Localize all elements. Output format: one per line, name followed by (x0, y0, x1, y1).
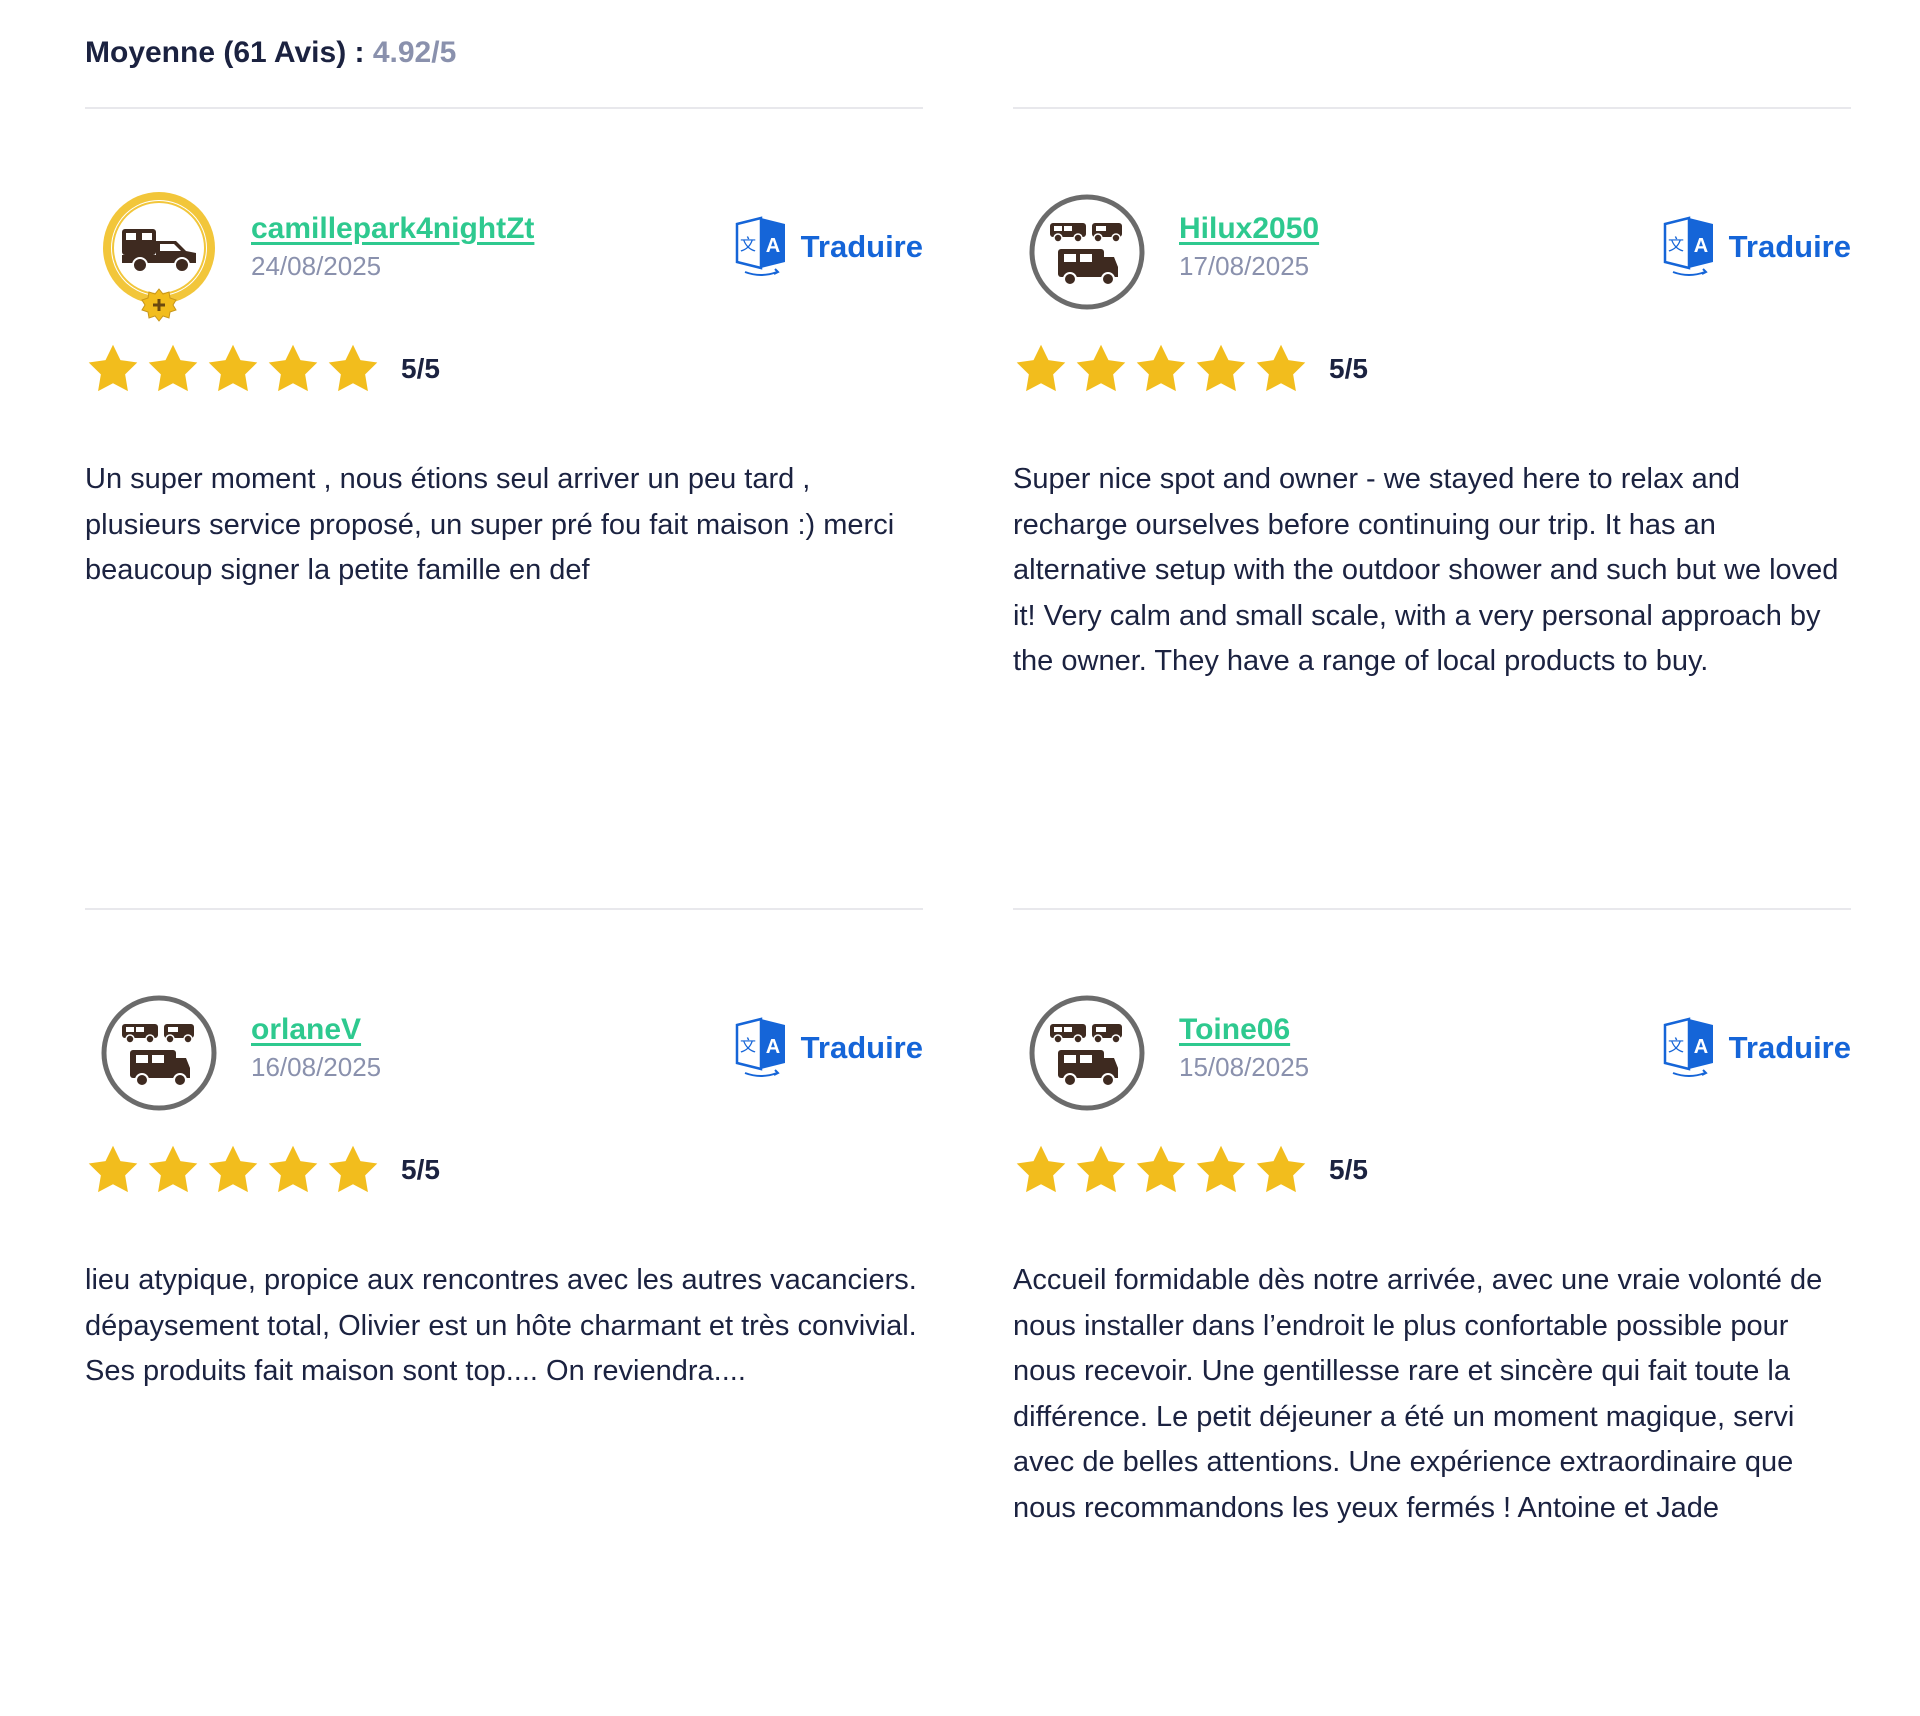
star-icon (1253, 1142, 1309, 1198)
translate-label: Traduire (800, 1030, 923, 1065)
star-icon (1133, 1142, 1189, 1198)
star-rating: 5/5 (85, 1142, 440, 1198)
review-date: 24/08/2025 (251, 251, 382, 281)
average-rating: Moyenne (61 Avis) : 4.92/5 (85, 36, 456, 70)
review-author: orlaneV 16/08/2025 (251, 1012, 381, 1082)
star-rating: 5/5 (1013, 341, 1368, 397)
star-icon (1073, 341, 1129, 397)
star-icon (205, 1142, 261, 1198)
rating-value: 5/5 (401, 1154, 440, 1185)
translate-button[interactable]: Traduire (733, 1017, 923, 1079)
rating-value: 5/5 (401, 353, 440, 384)
review-card: Hilux2050 17/08/2025 Traduire 5/5 Super … (1013, 107, 1851, 749)
average-score: 4.92/5 (372, 36, 457, 69)
review-author: camillepark4nightZt 24/08/2025 (251, 211, 534, 281)
star-icon (145, 341, 201, 397)
translate-label: Traduire (1728, 229, 1851, 264)
star-icon (205, 341, 261, 397)
translate-icon (1661, 1017, 1717, 1079)
star-icon (325, 1142, 381, 1198)
review-date: 16/08/2025 (251, 1052, 382, 1082)
star-icon (265, 341, 321, 397)
star-icon (1013, 341, 1069, 397)
star-rating: 5/5 (85, 341, 440, 397)
translate-button[interactable]: Traduire (733, 216, 923, 278)
star-icon (325, 341, 381, 397)
review-text: Super nice spot and owner - we stayed he… (1013, 463, 1839, 677)
review-username[interactable]: orlaneV (251, 1012, 381, 1048)
vehicles-avatar-icon[interactable] (1028, 994, 1146, 1112)
vehicles-avatar-icon[interactable] (1028, 193, 1146, 311)
vehicles-avatar-icon[interactable] (100, 994, 218, 1112)
star-icon (1193, 1142, 1249, 1198)
star-icon (1193, 341, 1249, 397)
star-icon (1073, 1142, 1129, 1198)
review-card: Toine06 15/08/2025 Traduire 5/5 Accueil … (1013, 908, 1851, 1550)
review-text: Un super moment , nous étions seul arriv… (85, 463, 895, 586)
translate-icon (733, 216, 789, 278)
translate-button[interactable]: Traduire (1661, 1017, 1851, 1079)
rating-value: 5/5 (1329, 353, 1368, 384)
translate-icon (1661, 216, 1717, 278)
average-label: Moyenne (61 Avis) : (85, 36, 373, 69)
review-date: 15/08/2025 (1179, 1052, 1310, 1082)
translate-button[interactable]: Traduire (1661, 216, 1851, 278)
review-username[interactable]: Hilux2050 (1179, 211, 1319, 247)
rating-value: 5/5 (1329, 1154, 1368, 1185)
review-date: 17/08/2025 (1179, 251, 1310, 281)
review-username[interactable]: Toine06 (1179, 1012, 1309, 1048)
review-author: Hilux2050 17/08/2025 (1179, 211, 1319, 281)
review-card: orlaneV 16/08/2025 Traduire 5/5 lieu aty… (85, 908, 923, 1550)
review-text: lieu atypique, propice aux rencontres av… (85, 1264, 917, 1387)
star-icon (1253, 341, 1309, 397)
star-rating: 5/5 (1013, 1142, 1368, 1198)
translate-label: Traduire (800, 229, 923, 264)
star-icon (145, 1142, 201, 1198)
star-icon (265, 1142, 321, 1198)
translate-label: Traduire (1728, 1030, 1851, 1065)
star-icon (1013, 1142, 1069, 1198)
translate-icon (733, 1017, 789, 1079)
review-card: camillepark4nightZt 24/08/2025 Traduire … (85, 107, 923, 749)
premium-camper-badge-icon[interactable] (100, 189, 218, 324)
reviews-page: Moyenne (61 Avis) : 4.92/5 camillepark4n… (0, 0, 1920, 1716)
review-username[interactable]: camillepark4nightZt (251, 211, 534, 247)
star-icon (1133, 341, 1189, 397)
star-icon (85, 1142, 141, 1198)
review-author: Toine06 15/08/2025 (1179, 1012, 1309, 1082)
review-text: Accueil formidable dès notre arrivée, av… (1013, 1264, 1823, 1524)
star-icon (85, 341, 141, 397)
